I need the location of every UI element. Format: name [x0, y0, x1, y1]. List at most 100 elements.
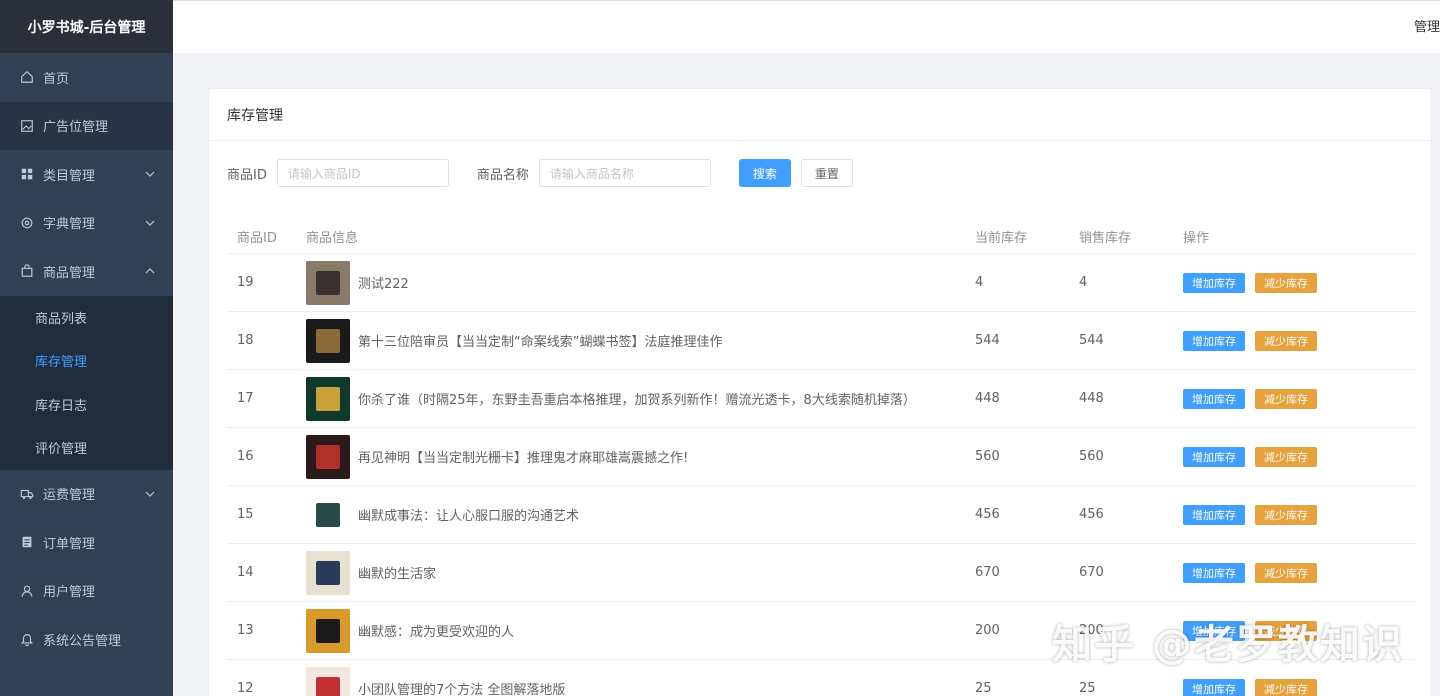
cell-actions: 增加库存 减少库存 [1173, 388, 1417, 409]
cell-product-info: 小团队管理的7个方法 全图解落地版 [296, 666, 965, 696]
cell-product-id: 12 [237, 681, 254, 696]
sidebar-item-users[interactable]: 用户管理 [0, 567, 173, 616]
submenu-item-goods-list[interactable]: 商品列表 [0, 296, 173, 340]
cell-actions: 增加库存 减少库存 [1173, 504, 1417, 525]
sidebar-item-orders[interactable]: 订单管理 [0, 518, 173, 567]
search-button[interactable]: 搜索 [738, 159, 791, 187]
column-header-actions: 操作 [1183, 231, 1210, 246]
home-icon [20, 70, 34, 84]
cell-current-stock: 456 [975, 507, 1000, 522]
sidebar-item-label: 运费管理 [43, 488, 96, 504]
cell-product-info: 测试222 [296, 260, 965, 305]
add-stock-button[interactable]: 增加库存 [1183, 562, 1245, 583]
product-name: 幽默成事法：让人心服口服的沟通艺术 [358, 509, 580, 524]
add-stock-button[interactable]: 增加库存 [1183, 678, 1245, 696]
chevron-down-icon [145, 218, 155, 228]
table-row: 14 幽默的生活家 670 670 增加库存 减少库存 [227, 544, 1417, 602]
cell-product-info: 再见神明【当当定制光栅卡】推理鬼才麻耶雄嵩震撼之作! [296, 434, 965, 479]
submenu-item-review-management[interactable]: 评价管理 [0, 426, 173, 470]
user-menu[interactable]: 管理 [1414, 16, 1440, 35]
sidebar-item-category[interactable]: 类目管理 [0, 150, 173, 199]
reduce-stock-button[interactable]: 减少库存 [1255, 272, 1317, 293]
cell-actions: 增加库存 减少库存 [1173, 272, 1417, 293]
goods-submenu: 商品列表 库存管理 库存日志 评价管理 [0, 295, 173, 470]
sidebar-item-home[interactable]: 首页 [0, 53, 173, 102]
product-name: 你杀了谁（时隔25年，东野圭吾重启本格推理，加贺系列新作！赠流光透卡，8大线索随… [358, 393, 916, 408]
cell-current-stock: 670 [975, 565, 1000, 580]
cell-sale-stock: 670 [1079, 565, 1104, 580]
thumbnail-center [316, 444, 340, 469]
sidebar-item-label: 广告位管理 [43, 120, 109, 136]
thumbnail-center [316, 270, 340, 295]
cell-product-id: 14 [237, 565, 254, 580]
cell-actions: 增加库存 减少库存 [1173, 678, 1417, 696]
cell-product-id: 19 [237, 275, 254, 290]
product-id-input[interactable]: 请输入商品ID [276, 159, 449, 187]
submenu-item-stock-log[interactable]: 库存日志 [0, 383, 173, 427]
thumbnail-center [316, 618, 340, 643]
bag-icon [20, 264, 34, 278]
cell-current-stock: 4 [975, 275, 984, 290]
cell-product-info: 你杀了谁（时隔25年，东野圭吾重启本格推理，加贺系列新作！赠流光透卡，8大线索随… [296, 376, 965, 421]
reduce-stock-button[interactable]: 减少库存 [1255, 678, 1317, 696]
cell-sale-stock: 448 [1079, 391, 1104, 406]
product-name-label: 商品名称 [476, 167, 529, 183]
sidebar-item-label: 订单管理 [43, 536, 96, 552]
cell-product-id: 16 [237, 449, 254, 464]
cell-sale-stock: 544 [1079, 333, 1104, 348]
sidebar-item-ads[interactable]: 广告位管理 [0, 101, 173, 150]
product-thumbnail [306, 550, 350, 595]
product-thumbnail [306, 260, 350, 305]
sidebar-item-freight[interactable]: 运费管理 [0, 470, 173, 519]
column-header-id: 商品ID [237, 231, 277, 246]
truck-icon [20, 487, 34, 501]
watermark: 知乎 @老罗教知识 [1052, 622, 1404, 668]
card-title: 库存管理 [209, 89, 1431, 141]
cell-product-id: 13 [237, 623, 254, 638]
chevron-down-icon [145, 489, 155, 499]
table-header: 商品ID 商品信息 当前库存 销售库存 操作 [227, 220, 1417, 254]
product-id-label: 商品ID [227, 167, 267, 183]
product-name: 测试222 [358, 277, 409, 292]
product-name: 小团队管理的7个方法 全图解落地版 [358, 683, 566, 696]
column-header-info: 商品信息 [306, 231, 359, 246]
reduce-stock-button[interactable]: 减少库存 [1255, 562, 1317, 583]
sidebar-item-goods[interactable]: 商品管理 [0, 247, 173, 296]
sidebar-item-label: 字典管理 [43, 217, 96, 233]
reduce-stock-button[interactable]: 减少库存 [1255, 446, 1317, 467]
chevron-up-icon [145, 266, 155, 276]
sidebar: 小罗书城-后台管理 首页 广告位管理 类目管理 字典管理 商品管理 商品列表 库… [0, 0, 173, 696]
table-row: 15 幽默成事法：让人心服口服的沟通艺术 456 456 增加库存 减少库存 [227, 486, 1417, 544]
picture-icon [20, 119, 34, 133]
cell-current-stock: 25 [975, 681, 992, 696]
cell-product-info: 第十三位陪审员【当当定制“命案线索”蝴蝶书签】法庭推理佳作 [296, 318, 965, 363]
add-stock-button[interactable]: 增加库存 [1183, 272, 1245, 293]
user-icon [20, 584, 34, 598]
cell-sale-stock: 4 [1079, 275, 1088, 290]
reduce-stock-button[interactable]: 减少库存 [1255, 504, 1317, 525]
thumbnail-center [316, 676, 340, 696]
document-icon [20, 535, 34, 549]
product-name-input[interactable]: 请输入商品名称 [538, 159, 711, 187]
cell-product-info: 幽默的生活家 [296, 550, 965, 595]
reduce-stock-button[interactable]: 减少库存 [1255, 330, 1317, 351]
app-title: 小罗书城-后台管理 [0, 0, 173, 53]
column-header-current-stock: 当前库存 [975, 231, 1028, 246]
table-row: 19 测试222 4 4 增加库存 减少库存 [227, 254, 1417, 312]
add-stock-button[interactable]: 增加库存 [1183, 388, 1245, 409]
sidebar-item-announcements[interactable]: 系统公告管理 [0, 615, 173, 664]
product-name: 幽默的生活家 [358, 567, 437, 582]
sidebar-item-dictionary[interactable]: 字典管理 [0, 199, 173, 248]
cell-actions: 增加库存 减少库存 [1173, 446, 1417, 467]
product-thumbnail [306, 376, 350, 421]
add-stock-button[interactable]: 增加库存 [1183, 330, 1245, 351]
cell-product-id: 18 [237, 333, 254, 348]
add-stock-button[interactable]: 增加库存 [1183, 504, 1245, 525]
add-stock-button[interactable]: 增加库存 [1183, 446, 1245, 467]
submenu-item-stock-management[interactable]: 库存管理 [0, 339, 173, 383]
top-header: 管理 [173, 0, 1440, 53]
search-form: 商品ID 请输入商品ID 商品名称 请输入商品名称 搜索 重置 [227, 159, 853, 187]
reduce-stock-button[interactable]: 减少库存 [1255, 388, 1317, 409]
reset-button[interactable]: 重置 [800, 159, 853, 187]
column-header-sale-stock: 销售库存 [1079, 231, 1132, 246]
